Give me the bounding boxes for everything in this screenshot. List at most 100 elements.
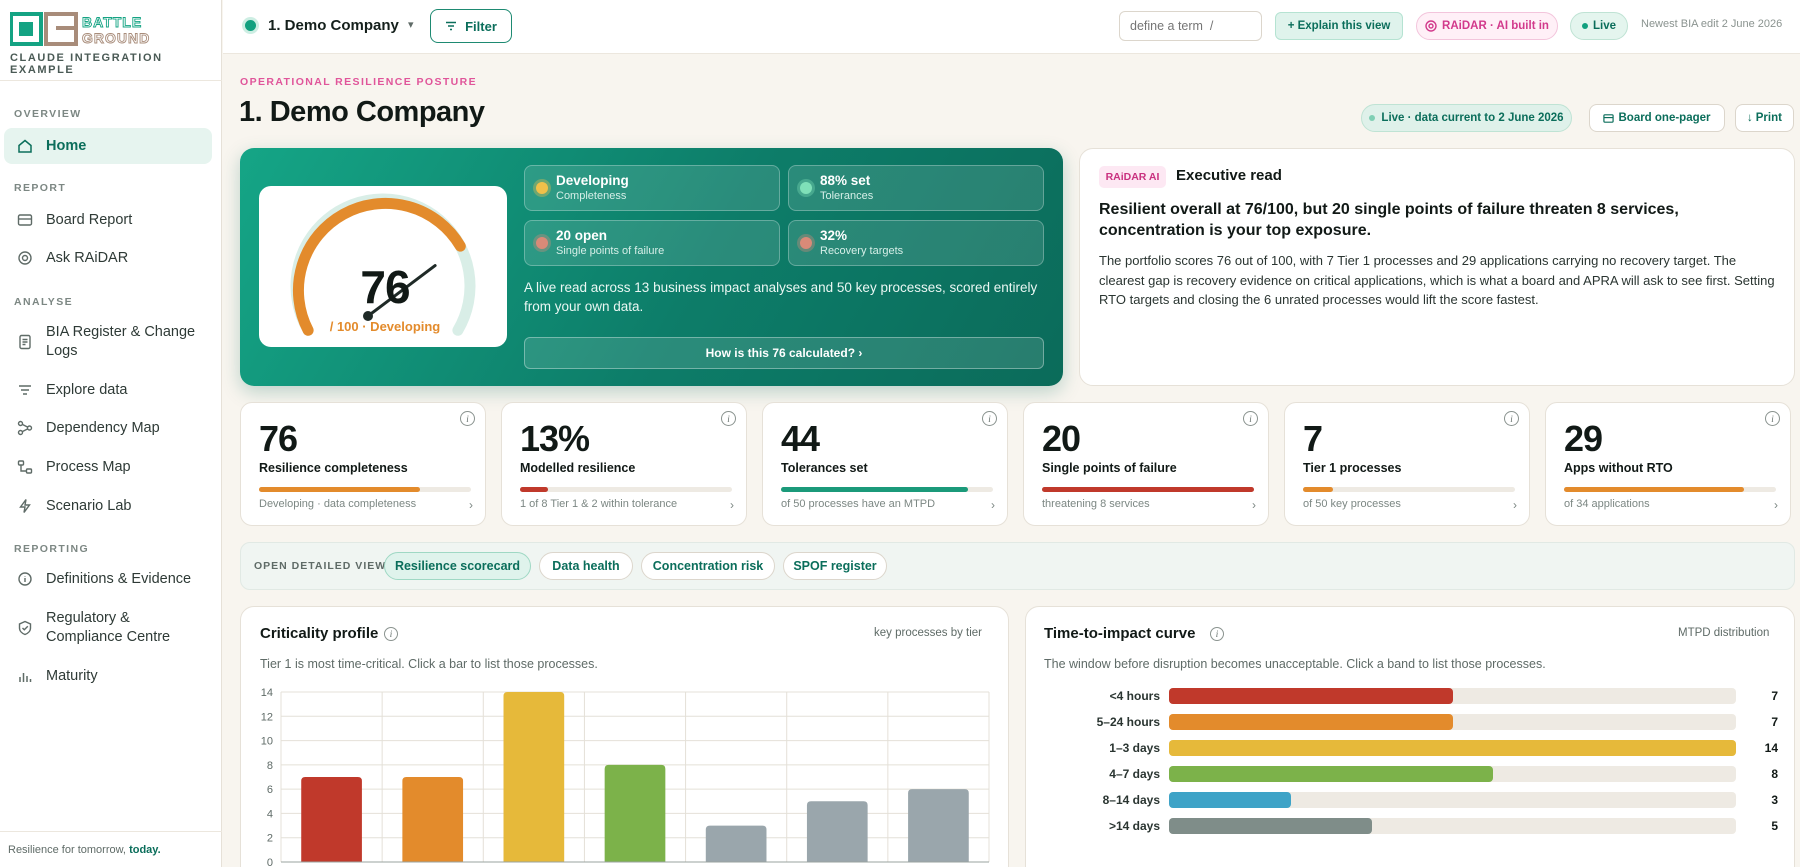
y-tick-label: 6: [267, 784, 273, 796]
explain-view-button[interactable]: + Explain this view: [1275, 12, 1403, 40]
kpi-progress-fill: [781, 487, 968, 492]
raidar-ai-tag: RAiDAR AI: [1099, 166, 1166, 188]
info-icon[interactable]: i: [1210, 627, 1224, 641]
raidar-label: RAiDAR · AI built in: [1442, 20, 1549, 32]
info-icon[interactable]: i: [460, 411, 475, 426]
kpi-card[interactable]: i 76 Resilience completeness Developing …: [240, 402, 486, 526]
tti-title: Time-to-impact curve: [1044, 625, 1196, 642]
divider: [0, 80, 222, 81]
band-value: 8: [1771, 767, 1778, 781]
sidebar-item-process-map[interactable]: Process Map: [4, 449, 212, 485]
stat-completeness: Developing Completeness: [524, 165, 780, 211]
live-badge[interactable]: Live: [1570, 12, 1628, 40]
section-report: REPORT: [14, 182, 67, 194]
chart-bar[interactable]: [301, 777, 362, 862]
tab-spof-register[interactable]: SPOF register: [783, 552, 887, 580]
sidebar-item-label: Definitions & Evidence: [46, 571, 192, 587]
page-eyebrow: OPERATIONAL RESILIENCE POSTURE: [240, 76, 478, 88]
band-track[interactable]: [1169, 792, 1736, 808]
info-icon[interactable]: i: [982, 411, 997, 426]
kpi-label: Apps without RTO: [1564, 461, 1673, 475]
band-fill[interactable]: [1169, 766, 1493, 782]
band-fill[interactable]: [1169, 792, 1291, 808]
brand-subtitle: CLAUDE INTEGRATION EXAMPLE: [10, 52, 163, 76]
raidar-button[interactable]: RAiDAR · AI built in: [1416, 12, 1558, 40]
info-icon[interactable]: i: [384, 627, 398, 641]
y-tick-label: 14: [261, 688, 273, 699]
band-fill[interactable]: [1169, 818, 1372, 834]
tti-subtitle: The window before disruption becomes una…: [1044, 657, 1546, 671]
criticality-caption: key processes by tier: [874, 627, 983, 639]
criticality-bar-chart[interactable]: 0 2 4 6 8 10 12 14: [255, 688, 1000, 867]
band-track[interactable]: [1169, 688, 1736, 704]
score-subtitle: / 100 · Developing: [329, 319, 441, 334]
sidebar-item-definitions[interactable]: Definitions & Evidence: [4, 561, 212, 597]
battleground-logo[interactable]: BATTLE GROUND: [10, 12, 180, 46]
sidebar-item-scenario-lab[interactable]: Scenario Lab: [4, 488, 212, 524]
sidebar-item-maturity[interactable]: Maturity: [4, 658, 212, 694]
chevron-down-icon[interactable]: ▾: [408, 18, 414, 31]
kpi-sub: of 34 applications: [1564, 498, 1650, 510]
band-track[interactable]: [1169, 818, 1736, 834]
band-fill[interactable]: [1169, 740, 1736, 756]
chart-bar[interactable]: [806, 801, 868, 862]
chart-bar[interactable]: [908, 789, 969, 862]
sidebar-item-bia-register[interactable]: BIA Register & Change Logs: [4, 321, 212, 363]
kpi-value: 29: [1564, 418, 1603, 459]
chart-bar[interactable]: [503, 692, 565, 862]
tti-caption: MTPD distribution: [1678, 627, 1770, 639]
kpi-card[interactable]: i 20 Single points of failure threatenin…: [1023, 402, 1269, 526]
band-label: >14 days: [1108, 819, 1160, 833]
kpi-card[interactable]: i 7 Tier 1 processes of 50 key processes…: [1284, 402, 1530, 526]
sidebar-item-board-report[interactable]: Board Report: [4, 202, 212, 238]
band-label: <4 hours: [1109, 689, 1160, 703]
sidebar-item-regulatory[interactable]: Regulatory & Compliance Centre: [4, 607, 212, 649]
y-tick-label: 10: [261, 736, 273, 748]
band-fill[interactable]: [1169, 688, 1453, 704]
print-button[interactable]: ↓ Print: [1735, 104, 1794, 132]
detailed-view-label: OPEN DETAILED VIEW: [254, 560, 387, 572]
stat-sub: Tolerances: [820, 190, 874, 202]
kpi-value: 20: [1042, 418, 1081, 459]
band-track[interactable]: [1169, 766, 1736, 782]
kpi-card[interactable]: i 13% Modelled resilience 1 of 8 Tier 1 …: [501, 402, 747, 526]
sidebar-item-home[interactable]: Home: [4, 128, 212, 164]
shield-icon: [16, 619, 34, 637]
info-icon[interactable]: i: [1765, 411, 1780, 426]
kpi-sub: of 50 key processes: [1303, 498, 1401, 510]
info-icon[interactable]: i: [1243, 411, 1258, 426]
svg-text:BATTLE: BATTLE: [82, 14, 142, 30]
board-one-pager-button[interactable]: Board one-pager: [1589, 104, 1725, 132]
sidebar-item-label: Board Report: [46, 212, 133, 228]
tab-resilience-scorecard[interactable]: Resilience scorecard: [384, 552, 531, 580]
tab-concentration-risk[interactable]: Concentration risk: [641, 552, 775, 580]
info-icon[interactable]: i: [721, 411, 736, 426]
print-label: Print: [1755, 112, 1782, 124]
kpi-card[interactable]: i 29 Apps without RTO of 34 applications…: [1545, 402, 1791, 526]
tab-data-health[interactable]: Data health: [539, 552, 633, 580]
sidebar-item-label: Regulatory & Compliance Centre: [46, 610, 171, 645]
chevron-right-icon: ›: [1252, 498, 1256, 512]
sidebar-item-ask-raidar[interactable]: Ask RAiDAR: [4, 240, 212, 276]
sidebar-item-explore-data[interactable]: Explore data: [4, 372, 212, 408]
kpi-progress: [1564, 487, 1776, 492]
how-calculated-button[interactable]: How is this 76 calculated? ›: [524, 337, 1044, 369]
kpi-card[interactable]: i 44 Tolerances set of 50 processes have…: [762, 402, 1008, 526]
kpi-sub: of 50 processes have an MTPD: [781, 498, 936, 510]
info-icon[interactable]: i: [1504, 411, 1519, 426]
chevron-right-icon: ›: [730, 498, 734, 512]
chart-bar[interactable]: [402, 777, 464, 862]
band-track[interactable]: [1169, 740, 1736, 756]
status-dot-icon: [800, 237, 812, 249]
filter-button[interactable]: Filter: [430, 9, 512, 43]
company-selector[interactable]: 1. Demo Company: [268, 17, 399, 34]
define-term-input[interactable]: [1119, 11, 1262, 41]
stat-title: 88% set: [820, 173, 871, 188]
sidebar-tagline: Resilience for tomorrow, today.: [8, 844, 161, 856]
sidebar-item-dependency-map[interactable]: Dependency Map: [4, 410, 212, 446]
chart-bar[interactable]: [604, 764, 666, 862]
chart-bar[interactable]: [705, 825, 767, 862]
live-label: Live: [1592, 20, 1616, 32]
band-track[interactable]: [1169, 714, 1736, 730]
band-fill[interactable]: [1169, 714, 1453, 730]
